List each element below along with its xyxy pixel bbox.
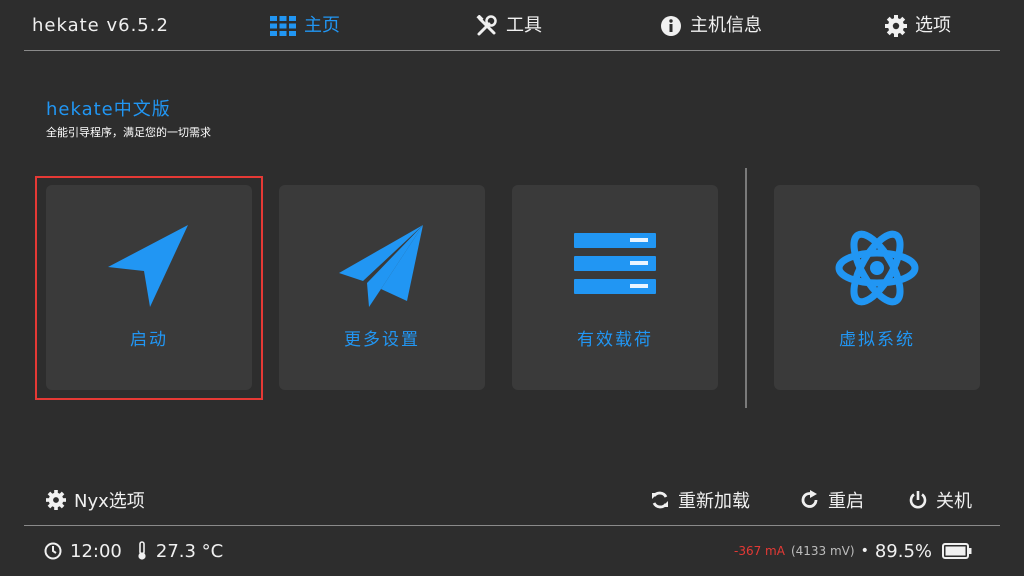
- app-title: hekate v6.5.2: [32, 15, 169, 36]
- info-icon: [661, 16, 681, 36]
- payloads-label: 有效载荷: [577, 330, 653, 350]
- battery-current: -367 mA: [734, 544, 785, 558]
- emummc-label: 虚拟系统: [839, 330, 915, 350]
- more-settings-button[interactable]: 更多设置: [279, 185, 485, 390]
- tile-divider: [745, 168, 747, 408]
- temperature: 27.3 °C: [155, 540, 224, 562]
- power-icon: [909, 491, 927, 509]
- reboot-icon: [801, 490, 818, 508]
- status-separator: •: [860, 543, 869, 559]
- emummc-button[interactable]: 虚拟系统: [774, 185, 980, 390]
- tab-options-label: 选项: [915, 15, 951, 36]
- stack-bars-icon: [574, 233, 656, 294]
- grid-icon: [270, 16, 296, 36]
- tab-host-info-label: 主机信息: [690, 15, 762, 36]
- more-settings-label: 更多设置: [344, 330, 420, 350]
- selection-highlight: [35, 176, 263, 400]
- battery-percent: 89.5%: [874, 540, 933, 562]
- reload-button[interactable]: 重新加载: [650, 486, 750, 514]
- tab-tools[interactable]: 工具: [476, 12, 542, 40]
- refresh-icon: [652, 491, 668, 509]
- nyx-options-button[interactable]: Nyx选项: [46, 486, 145, 514]
- brand-title: hekate中文版: [46, 99, 171, 120]
- tab-home-label: 主页: [304, 15, 340, 36]
- gear-icon: [46, 490, 66, 510]
- power-off-button[interactable]: 关机: [908, 486, 972, 514]
- header-divider: [24, 50, 1000, 51]
- payloads-button[interactable]: 有效载荷: [512, 185, 718, 390]
- status-right: -367 mA (4133 mV) • 89.5%: [734, 538, 972, 564]
- tab-options[interactable]: 选项: [885, 12, 951, 40]
- reboot-label: 重启: [828, 491, 864, 512]
- brand-tagline: 全能引导程序，满足您的一切需求: [46, 126, 211, 139]
- atom-icon: [835, 230, 919, 306]
- reboot-button[interactable]: 重启: [800, 486, 864, 514]
- power-off-label: 关机: [936, 491, 972, 512]
- battery-voltage: (4133 mV): [790, 544, 855, 558]
- paper-plane-icon: [339, 225, 423, 307]
- clock-time: 12:00: [70, 540, 122, 562]
- footer-divider: [24, 525, 1000, 526]
- battery-icon: [942, 543, 972, 559]
- status-left: 12:00 27.3 °C: [44, 538, 223, 564]
- nyx-options-label: Nyx选项: [74, 491, 145, 512]
- tools-icon: [476, 15, 497, 36]
- gear-icon: [885, 15, 907, 37]
- reload-label: 重新加载: [678, 491, 750, 512]
- clock-icon: [44, 542, 62, 560]
- thermometer-icon: [138, 541, 146, 560]
- tab-host-info[interactable]: 主机信息: [660, 12, 762, 40]
- tab-tools-label: 工具: [506, 15, 542, 36]
- tab-home[interactable]: 主页: [270, 12, 340, 40]
